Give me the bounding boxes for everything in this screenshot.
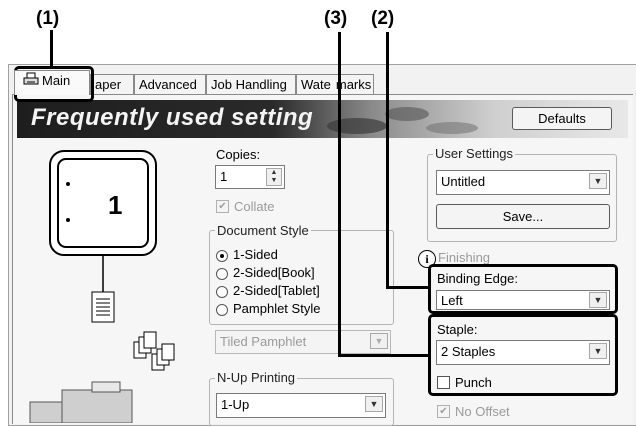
collate-checkbox[interactable]: ✔ <box>216 200 229 213</box>
spin-arrows-icon[interactable]: ▲ ▼ <box>266 168 282 186</box>
finishing-label: Finishing <box>438 250 491 265</box>
nup-select[interactable]: 1-Up ▼ <box>216 393 386 418</box>
preview-area: 1 <box>22 144 194 424</box>
tab-watermarks-label-a: Wate <box>301 77 331 92</box>
user-settings-value: Untitled <box>441 174 486 189</box>
nup-select-value: 1-Up <box>221 397 250 412</box>
callout-line-2-vertical <box>386 32 389 288</box>
nup-label: N-Up Printing <box>215 370 298 385</box>
highlight-binding-edge <box>428 264 618 314</box>
tab-job-handling[interactable]: Job Handling <box>206 74 296 94</box>
copies-label: Copies: <box>216 147 261 162</box>
user-settings-select[interactable]: Untitled ▼ <box>436 170 610 195</box>
defaults-button[interactable]: Defaults <box>512 107 612 130</box>
callout-line-2-horizontal <box>386 286 430 289</box>
radio-2-sided-book-label: 2-Sided[Book] <box>233 265 315 280</box>
copies-stepper[interactable]: 1 ▲ ▼ <box>215 165 285 189</box>
banner-title: Frequently used setting <box>31 104 314 131</box>
highlight-staple-punch <box>428 314 618 396</box>
radio-2-sided-book[interactable] <box>216 268 228 280</box>
pamphlet-select-value: Tiled Pamphlet <box>220 334 307 349</box>
banner: Frequently used setting Defaults <box>17 100 628 138</box>
callout-2: (2) <box>371 8 395 29</box>
tab-main-label: Main <box>42 73 71 88</box>
tab-paper[interactable]: aper <box>90 74 134 94</box>
tab-paper-label: aper <box>95 77 122 92</box>
preview-page-number: 1 <box>108 190 123 220</box>
tab-strip: Main aper Advanced Job Handling Wate mark… <box>8 66 636 95</box>
callout-line-3-vertical <box>338 32 341 356</box>
document-style-label: Document Style <box>215 223 311 238</box>
callout-line-1 <box>50 30 53 68</box>
callout-3: (3) <box>324 8 348 29</box>
chevron-down-icon: ▼ <box>370 333 388 349</box>
chevron-down-icon: ▼ <box>365 396 383 412</box>
radio-2-sided-tablet[interactable] <box>216 286 228 298</box>
preview-illustration <box>29 150 175 424</box>
tab-advanced[interactable]: Advanced <box>134 74 206 94</box>
radio-pamphlet-style[interactable] <box>216 304 228 316</box>
radio-pamphlet-style-label: Pamphlet Style <box>233 301 321 316</box>
no-offset-checkbox[interactable]: ✔ <box>437 405 450 418</box>
save-button[interactable]: Save... <box>436 204 610 229</box>
radio-2-sided-tablet-label: 2-Sided[Tablet] <box>233 283 320 298</box>
callout-1: (1) <box>36 8 60 29</box>
no-offset-label: No Offset <box>455 404 510 419</box>
printer-icon <box>23 72 39 92</box>
tab-advanced-label: Advanced <box>139 77 197 92</box>
tab-watermarks[interactable]: Wate marks <box>296 74 374 94</box>
callout-line-3-horizontal <box>338 354 430 357</box>
radio-1-sided[interactable] <box>216 250 228 262</box>
tab-job-handling-label: Job Handling <box>211 77 287 92</box>
pamphlet-select[interactable]: Tiled Pamphlet ▼ <box>215 330 391 354</box>
tab-watermarks-label-b: marks <box>335 77 372 92</box>
tab-main[interactable]: Main <box>14 70 90 95</box>
user-settings-label: User Settings <box>433 146 516 161</box>
radio-1-sided-label: 1-Sided <box>233 247 278 262</box>
collate-label: Collate <box>234 199 275 214</box>
chevron-down-icon: ▼ <box>589 173 607 189</box>
copies-value: 1 <box>220 169 228 184</box>
